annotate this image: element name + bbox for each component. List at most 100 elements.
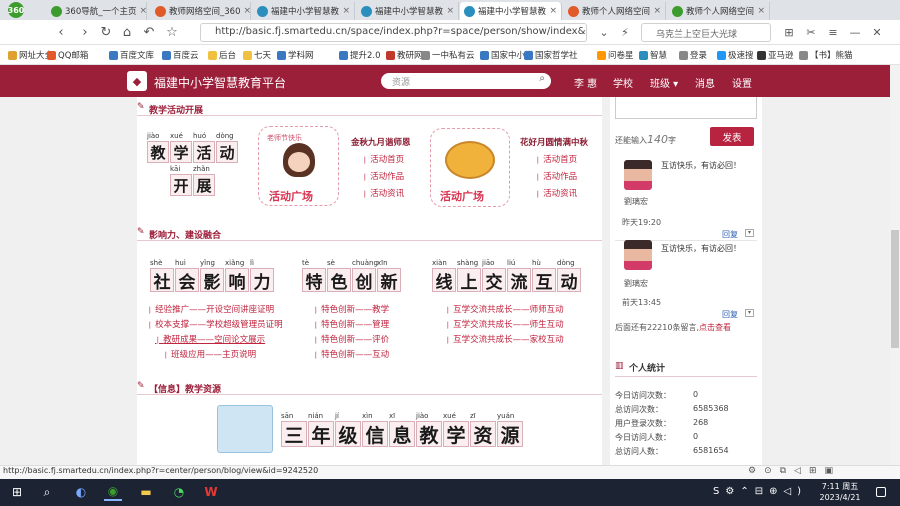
bookmark-item[interactable]: 登录 bbox=[679, 49, 707, 61]
copilot-icon[interactable]: ◐ bbox=[72, 483, 90, 501]
reply-link[interactable]: 回复 bbox=[722, 229, 738, 240]
browser-logo[interactable]: 360 bbox=[8, 2, 24, 18]
char-row: tè 特 sè 色 chuàng 创 xīn 新 bbox=[302, 258, 401, 293]
bookmark-item[interactable]: 问卷星 bbox=[597, 49, 634, 61]
reply-link[interactable]: 回复 bbox=[722, 309, 738, 320]
bookmark-item[interactable]: 智慧 bbox=[639, 49, 667, 61]
influence-col2-link[interactable]: 特色创新——互动 bbox=[313, 348, 389, 360]
site-search-input[interactable]: 资源 ⌕ bbox=[381, 73, 551, 89]
tab-2[interactable]: 福建中小学智慧教 × bbox=[253, 2, 355, 20]
windows-start-icon[interactable]: ⊞ bbox=[8, 483, 26, 501]
back-icon[interactable]: ‹ bbox=[53, 24, 69, 40]
comment-author[interactable]: 劉璃宏 bbox=[624, 278, 648, 289]
wechat-icon[interactable]: ◔ bbox=[170, 483, 188, 501]
activity-col1-link[interactable]: 活动作品 bbox=[362, 170, 404, 182]
bookmark-item[interactable]: 后台 bbox=[208, 49, 236, 61]
activity-col1-link[interactable]: 活动资讯 bbox=[362, 187, 404, 199]
influence-col2-link[interactable]: 特色创新——管理 bbox=[313, 318, 389, 330]
home-icon[interactable]: ⌂ bbox=[119, 24, 135, 40]
bookmark-item[interactable]: 百度云 bbox=[162, 49, 199, 61]
apps-icon[interactable]: ⊞ bbox=[781, 24, 797, 40]
folder-icon[interactable]: ▬ bbox=[137, 483, 155, 501]
activity-col2-link[interactable]: 活动首页 bbox=[535, 153, 577, 165]
wps-icon[interactable]: W bbox=[202, 483, 220, 501]
bookmark-item[interactable]: 亚马逊 bbox=[757, 49, 794, 61]
influence-col3-link[interactable]: 互学交流共成长——师师互动 bbox=[445, 303, 564, 315]
nav-user[interactable]: 李 惠 bbox=[574, 75, 597, 90]
site-title[interactable]: 福建中小学智慧教育平台 bbox=[154, 74, 286, 91]
chevron-down-icon[interactable]: ▾ bbox=[745, 309, 754, 317]
forward-icon[interactable]: › bbox=[77, 24, 93, 40]
more-comments-link[interactable]: 点击查看 bbox=[699, 323, 731, 332]
bookmark-item[interactable]: 一中私有云 bbox=[421, 49, 475, 61]
chevron-down-icon[interactable]: ⌄ bbox=[596, 24, 612, 40]
undo-icon[interactable]: ↶ bbox=[141, 24, 157, 40]
activity-card-2[interactable]: 活动广场 bbox=[430, 128, 510, 207]
influence-col1-link[interactable]: 校本支撑——学校超级管理员证明 bbox=[147, 318, 283, 330]
tab-1[interactable]: 教师网络空间_360 × bbox=[151, 2, 251, 20]
bookmark-label: 一中私有云 bbox=[432, 51, 475, 61]
bookmark-item[interactable]: 【书】熊猫 bbox=[799, 49, 853, 61]
shield-icon[interactable]: ⚡ bbox=[617, 24, 633, 40]
notification-icon[interactable] bbox=[876, 487, 886, 497]
scrollbar-thumb[interactable] bbox=[891, 230, 899, 348]
tray-icons[interactable]: S⚙⌃⊟⊕◁) bbox=[713, 486, 807, 497]
influence-col1-link[interactable]: 教研成果——空间论文展示 bbox=[155, 333, 265, 345]
close-icon[interactable]: × bbox=[446, 6, 454, 16]
browser-360-icon[interactable]: ◉ bbox=[104, 483, 122, 501]
bookmark-item[interactable]: 国家哲学社 bbox=[524, 49, 578, 61]
minimize-icon[interactable]: — bbox=[847, 24, 863, 40]
influence-col2-link[interactable]: 特色创新——教学 bbox=[313, 303, 389, 315]
search-icon[interactable]: ⌕ bbox=[539, 73, 545, 84]
bookmark-item[interactable]: 提升2.0 bbox=[339, 49, 381, 61]
activity-col2-link[interactable]: 活动资讯 bbox=[535, 187, 577, 199]
close-icon[interactable]: × bbox=[243, 6, 250, 16]
search-icon[interactable]: ⌕ bbox=[38, 483, 56, 501]
bookmark-item[interactable]: 七天 bbox=[243, 49, 271, 61]
avatar[interactable] bbox=[624, 240, 652, 270]
close-icon[interactable]: ✕ bbox=[869, 24, 885, 40]
address-bar[interactable]: http://basic.fj.smartedu.cn/space/index.… bbox=[200, 23, 587, 42]
nav-class[interactable]: 班级 ▾ bbox=[650, 75, 678, 90]
reload-icon[interactable]: ↻ bbox=[98, 24, 114, 40]
tab-3[interactable]: 福建中小学智慧教 × bbox=[357, 2, 459, 20]
tab-5[interactable]: 教师个人网络空间 × bbox=[564, 2, 666, 20]
char-cell: dòng 动 bbox=[557, 258, 581, 293]
nav-school[interactable]: 学校 bbox=[613, 75, 633, 90]
close-icon[interactable]: × bbox=[342, 6, 350, 16]
close-icon[interactable]: × bbox=[653, 6, 661, 16]
send-button[interactable]: 发表 bbox=[710, 127, 754, 146]
nav-messages[interactable]: 消息 bbox=[695, 75, 715, 90]
activity-card-1[interactable]: 老师节快乐 活动广场 bbox=[258, 126, 339, 206]
menu-icon[interactable]: ≡ bbox=[825, 24, 841, 40]
star-icon[interactable]: ☆ bbox=[164, 24, 180, 40]
bookmark-item[interactable]: 教研网 bbox=[386, 49, 423, 61]
nav-settings[interactable]: 设置 bbox=[732, 75, 752, 90]
bookmark-item[interactable]: 学科网 bbox=[277, 49, 314, 61]
close-icon[interactable]: × bbox=[757, 6, 765, 16]
chevron-down-icon[interactable]: ▾ bbox=[745, 229, 754, 237]
bookmark-item[interactable]: 极速搜 bbox=[717, 49, 754, 61]
activity-col1-link[interactable]: 活动首页 bbox=[362, 153, 404, 165]
clock[interactable]: 7:11 周五 2023/4/21 bbox=[810, 481, 870, 503]
status-tools-icon[interactable]: ⚙⊙⧉◁⊞▣ bbox=[748, 466, 841, 476]
close-icon[interactable]: × bbox=[139, 6, 146, 16]
tab-0[interactable]: 360导航_一个主页 × bbox=[47, 2, 147, 20]
tab-4[interactable]: 福建中小学智慧教 × bbox=[460, 2, 562, 20]
activity-col2-link[interactable]: 活动作品 bbox=[535, 170, 577, 182]
influence-col1-link[interactable]: 经验推广——开设空间讲座证明 bbox=[147, 303, 274, 315]
influence-col2-link[interactable]: 特色创新——评价 bbox=[313, 333, 389, 345]
tab-6[interactable]: 教师个人网络空间 × bbox=[668, 2, 770, 20]
close-icon[interactable]: × bbox=[549, 6, 557, 16]
avatar[interactable] bbox=[624, 160, 652, 190]
search-input[interactable]: 乌克兰上空巨大光球 bbox=[641, 23, 771, 42]
influence-col3-link[interactable]: 互学交流共成长——师生互动 bbox=[445, 318, 564, 330]
bookmark-item[interactable]: QQ邮箱 bbox=[47, 49, 88, 61]
bookmark-item[interactable]: 百度文库 bbox=[109, 49, 154, 61]
extension-icon[interactable]: ✂ bbox=[803, 24, 819, 40]
site-logo-icon[interactable]: ◆ bbox=[127, 71, 147, 91]
comment-textarea[interactable] bbox=[615, 97, 757, 119]
influence-col3-link[interactable]: 互学交流共成长——家校互动 bbox=[445, 333, 564, 345]
comment-author[interactable]: 劉璃宏 bbox=[624, 196, 648, 207]
influence-col1-link[interactable]: 班级应用——主页说明 bbox=[163, 348, 256, 360]
